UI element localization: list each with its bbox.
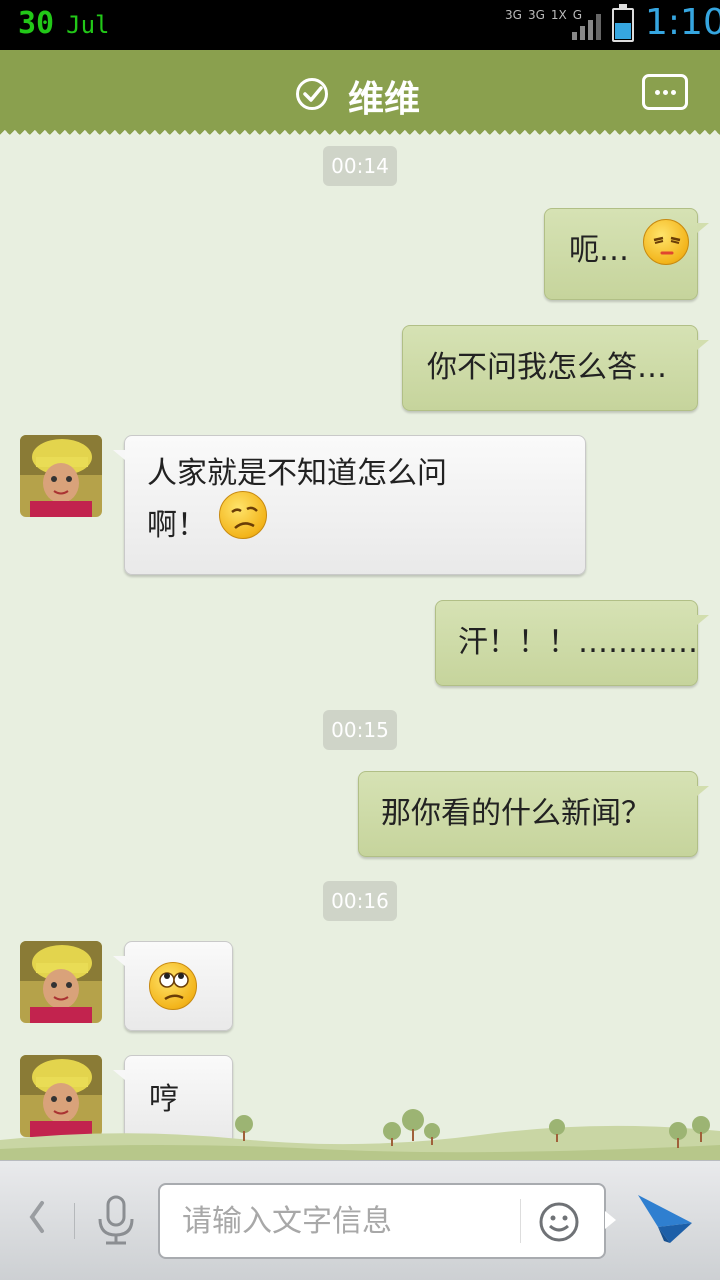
message-received[interactable] bbox=[113, 941, 233, 1031]
menu-dot bbox=[655, 90, 660, 95]
input-bar bbox=[0, 1160, 720, 1280]
check-circle-icon bbox=[296, 78, 328, 110]
contact-name: 维维 bbox=[348, 79, 421, 120]
net-label-1: 3G bbox=[505, 8, 522, 22]
message-text: 汗！！！………… bbox=[458, 625, 698, 660]
status-bar: 30 Jul 3G 3G 1X G 1:10 bbox=[0, 0, 720, 50]
net-label-2: 3G bbox=[527, 8, 545, 22]
menu-dot bbox=[671, 90, 676, 95]
input-separator bbox=[520, 1199, 521, 1243]
sad-face-icon bbox=[218, 490, 267, 539]
chevron-left-icon[interactable] bbox=[24, 1197, 48, 1237]
chat-area[interactable]: 00:14 呃… 你不问我怎么答… 人家就是不知道怎么问 啊！ 汗！！！…………… bbox=[0, 138, 720, 1158]
more-dots-icon[interactable] bbox=[642, 74, 688, 110]
message-text: 呃… bbox=[569, 233, 629, 268]
eye-roll-face-icon bbox=[149, 962, 197, 1010]
message-sent[interactable]: 你不问我怎么答… bbox=[402, 325, 709, 411]
chat-header: 维维 bbox=[0, 50, 720, 138]
paper-plane-icon[interactable] bbox=[636, 1189, 694, 1247]
status-month: Jul bbox=[66, 11, 110, 39]
status-time: 1:10 bbox=[645, 2, 720, 43]
status-date: 30 Jul bbox=[18, 6, 109, 41]
menu-dot bbox=[663, 90, 668, 95]
signal-bars-icon bbox=[572, 14, 601, 40]
timestamp: 00:16 bbox=[323, 881, 397, 921]
message-text: 啊！ bbox=[147, 508, 207, 543]
battery-icon bbox=[612, 4, 634, 42]
message-sent[interactable]: 汗！！！………… bbox=[435, 600, 709, 686]
status-day: 30 bbox=[18, 6, 55, 41]
hills-decoration bbox=[0, 1109, 720, 1160]
message-line-2: 啊！ bbox=[147, 490, 585, 546]
timestamp: 00:14 bbox=[323, 146, 397, 186]
message-text: 人家就是不知道怎么问 bbox=[147, 456, 447, 491]
message-text: 你不问我怎么答… bbox=[427, 350, 667, 385]
squint-face-icon bbox=[642, 218, 689, 265]
message-received[interactable]: 人家就是不知道怎么问 啊！ bbox=[113, 435, 586, 575]
message-input[interactable] bbox=[182, 1197, 512, 1245]
divider bbox=[74, 1203, 75, 1239]
microphone-icon[interactable] bbox=[94, 1195, 138, 1247]
battery-level-fill bbox=[615, 22, 631, 39]
avatar[interactable] bbox=[20, 435, 102, 517]
message-text: 那你看的什么新闻？ bbox=[381, 796, 651, 831]
avatar[interactable] bbox=[20, 941, 102, 1023]
message-input-box[interactable] bbox=[158, 1183, 616, 1259]
message-sent[interactable]: 呃… bbox=[544, 208, 709, 300]
smiley-icon[interactable] bbox=[538, 1201, 580, 1243]
timestamp: 00:15 bbox=[323, 710, 397, 750]
message-sent[interactable]: 那你看的什么新闻？ bbox=[358, 771, 709, 857]
net-label-3: 1X bbox=[550, 8, 567, 22]
